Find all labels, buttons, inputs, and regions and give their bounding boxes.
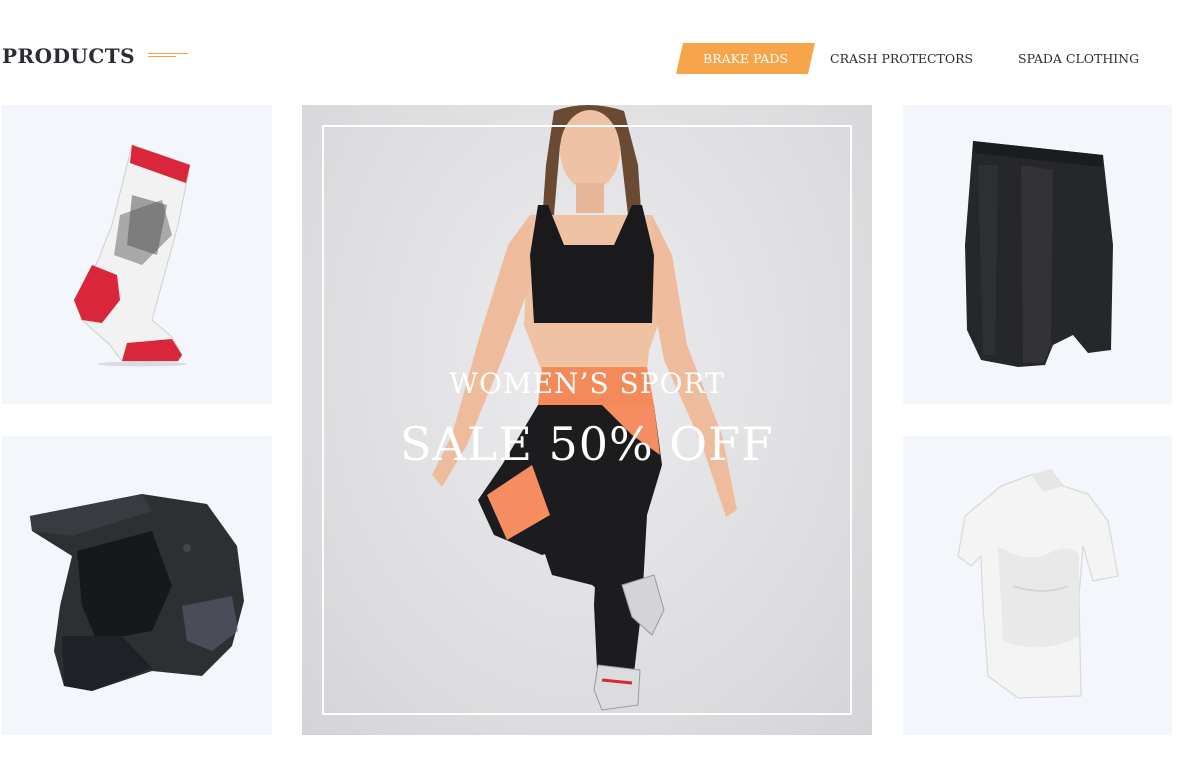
banner-subtitle: WOMEN’S SPORT (449, 367, 725, 400)
title-underline-decoration (148, 53, 188, 58)
section-title: PRODUCTS (2, 44, 136, 68)
product-tile-shorts[interactable] (903, 105, 1172, 404)
shirt-image (957, 469, 1119, 699)
banner-title: SALE 50% OFF (400, 417, 774, 471)
helmet-image (30, 494, 244, 691)
sock-image (73, 144, 191, 367)
promo-banner[interactable]: WOMEN’S SPORT SALE 50% OFF (302, 105, 872, 735)
product-tile-sock[interactable] (2, 105, 272, 404)
tab-spada-clothing[interactable]: SPADA CLOTHING (1018, 43, 1139, 74)
product-tile-shirt[interactable] (903, 436, 1172, 735)
tab-crash-protectors[interactable]: CRASH PROTECTORS (830, 43, 973, 74)
shorts-image (965, 141, 1113, 367)
product-tile-helmet[interactable] (2, 436, 272, 735)
tab-brake-pads[interactable]: BRAKE PADS (676, 43, 815, 74)
